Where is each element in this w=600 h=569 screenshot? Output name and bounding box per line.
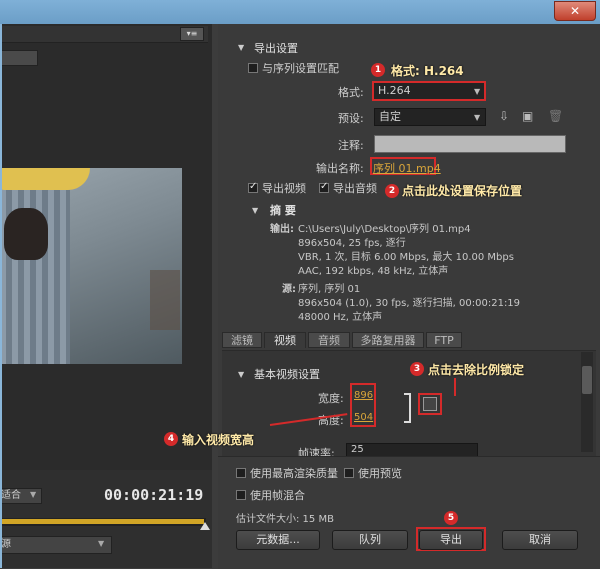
output-name-link[interactable]: 序列 01.mp4 bbox=[373, 160, 441, 176]
use-previews-checkbox[interactable] bbox=[344, 468, 354, 478]
summary-source-line: 序列, 序列 01 bbox=[298, 284, 361, 295]
annotation-badge-3: 3 bbox=[410, 362, 424, 376]
annotation-badge-2: 2 bbox=[385, 184, 399, 198]
source-range-select[interactable]: 源 bbox=[0, 536, 112, 554]
basic-video-settings-title: 基本视频设置 bbox=[254, 368, 320, 381]
timeline-range bbox=[0, 519, 204, 524]
timeline-out-handle[interactable] bbox=[200, 522, 210, 530]
preview-tab-dropdown[interactable] bbox=[0, 50, 38, 66]
aspect-lock-button[interactable] bbox=[423, 397, 437, 411]
comments-label: 注释: bbox=[338, 139, 364, 152]
metadata-button[interactable]: 元数据... bbox=[236, 530, 320, 550]
preview-panel-header bbox=[0, 26, 208, 43]
annotation-text-3: 点击去除比例锁定 bbox=[428, 363, 525, 377]
summary-source-line: 48000 Hz, 立体声 bbox=[298, 312, 383, 323]
max-render-quality-checkbox[interactable] bbox=[236, 468, 246, 478]
use-previews-label: 使用预览 bbox=[358, 467, 402, 480]
close-window-button[interactable]: ✕ bbox=[554, 1, 596, 21]
frame-blending-label: 使用帧混合 bbox=[250, 489, 305, 502]
annotation-text-1: 格式: H.264 bbox=[391, 64, 464, 78]
timecode-display: 00:00:21:19 bbox=[104, 486, 204, 504]
summary-output-line: VBR, 1 次, 目标 6.00 Mbps, 最大 10.00 Mbps bbox=[298, 252, 514, 263]
tab-multiplexer[interactable]: 多路复用器 bbox=[352, 332, 424, 348]
tab-filters[interactable]: 滤镜 bbox=[222, 332, 262, 348]
framerate-select[interactable]: 25 bbox=[346, 443, 478, 457]
annotation-text-2: 点击此处设置保存位置 bbox=[402, 184, 523, 198]
collapse-triangle-icon[interactable]: ▼ bbox=[238, 370, 244, 379]
match-sequence-label: 与序列设置匹配 bbox=[262, 62, 339, 75]
summary-source-line: 896x504 (1.0), 30 fps, 逐行扫描, 00:00:21:19 bbox=[298, 298, 521, 309]
collapse-triangle-icon[interactable]: ▼ bbox=[238, 43, 244, 52]
summary-title: 摘 要 bbox=[270, 204, 296, 217]
tab-ftp[interactable]: FTP bbox=[426, 332, 462, 348]
annotation-arrow-3 bbox=[454, 378, 456, 396]
window-titlebar bbox=[0, 0, 600, 24]
tab-video[interactable]: 视频 bbox=[264, 332, 306, 348]
annotation-badge-1: 1 bbox=[371, 63, 385, 77]
annotation-badge-5: 5 bbox=[444, 511, 458, 525]
preset-label: 预设: bbox=[338, 112, 364, 125]
output-name-label: 输出名称: bbox=[316, 162, 364, 175]
video-frame-umbrella bbox=[0, 168, 90, 190]
export-video-checkbox[interactable] bbox=[248, 181, 258, 193]
width-label: 宽度: bbox=[318, 392, 344, 405]
estimated-file-size: 估计文件大小: 15 MB bbox=[236, 514, 334, 525]
format-select[interactable]: H.264 bbox=[372, 81, 486, 101]
preset-select[interactable]: 自定 bbox=[374, 108, 486, 126]
width-value[interactable]: 896 bbox=[354, 390, 373, 401]
cancel-button[interactable]: 取消 bbox=[502, 530, 578, 550]
export-button[interactable]: 导出 bbox=[419, 530, 483, 550]
delete-preset-icon[interactable]: 🗑 bbox=[548, 109, 563, 123]
chevron-down-icon: ▼ bbox=[474, 113, 481, 122]
export-settings-title: 导出设置 bbox=[254, 42, 298, 55]
export-audio-checkbox[interactable] bbox=[319, 181, 329, 193]
frame-blending-checkbox[interactable] bbox=[236, 490, 246, 500]
comments-input[interactable] bbox=[374, 135, 566, 153]
link-bracket-icon bbox=[404, 393, 411, 423]
summary-output-line: 896x504, 25 fps, 逐行 bbox=[298, 238, 406, 249]
collapse-triangle-icon[interactable]: ▼ bbox=[252, 206, 258, 215]
video-frame-background bbox=[150, 270, 180, 330]
summary-output-line: AAC, 192 kbps, 48 kHz, 立体声 bbox=[298, 266, 449, 277]
chevron-down-icon: ▼ bbox=[98, 539, 105, 548]
summary-source-label: 源: bbox=[282, 284, 296, 295]
annotation-text-4: 输入视频宽高 bbox=[182, 433, 255, 447]
annotation-badge-4: 4 bbox=[164, 432, 178, 446]
window-frame-left bbox=[0, 24, 2, 568]
match-sequence-checkbox[interactable] bbox=[248, 63, 258, 73]
height-value[interactable]: 504 bbox=[354, 412, 373, 423]
queue-button[interactable]: 队列 bbox=[332, 530, 408, 550]
tab-audio[interactable]: 音频 bbox=[308, 332, 350, 348]
format-label: 格式: bbox=[338, 86, 364, 99]
summary-output-line: C:\Users\July\Desktop\序列 01.mp4 bbox=[298, 224, 471, 235]
import-preset-icon[interactable]: ▣ bbox=[522, 109, 533, 123]
max-render-quality-label: 使用最高渲染质量 bbox=[250, 467, 338, 480]
panel-menu-icon[interactable]: ▾≡ bbox=[180, 27, 204, 41]
summary-output-label: 输出: bbox=[270, 224, 294, 235]
save-preset-icon[interactable]: ⇩ bbox=[499, 109, 509, 123]
export-video-label: 导出视频 bbox=[262, 182, 306, 195]
chevron-down-icon: ▼ bbox=[474, 87, 481, 96]
scrollbar-thumb[interactable] bbox=[582, 366, 592, 394]
chevron-down-icon: ▼ bbox=[30, 490, 37, 499]
video-frame-head bbox=[4, 208, 48, 260]
export-audio-label: 导出音频 bbox=[333, 182, 377, 195]
